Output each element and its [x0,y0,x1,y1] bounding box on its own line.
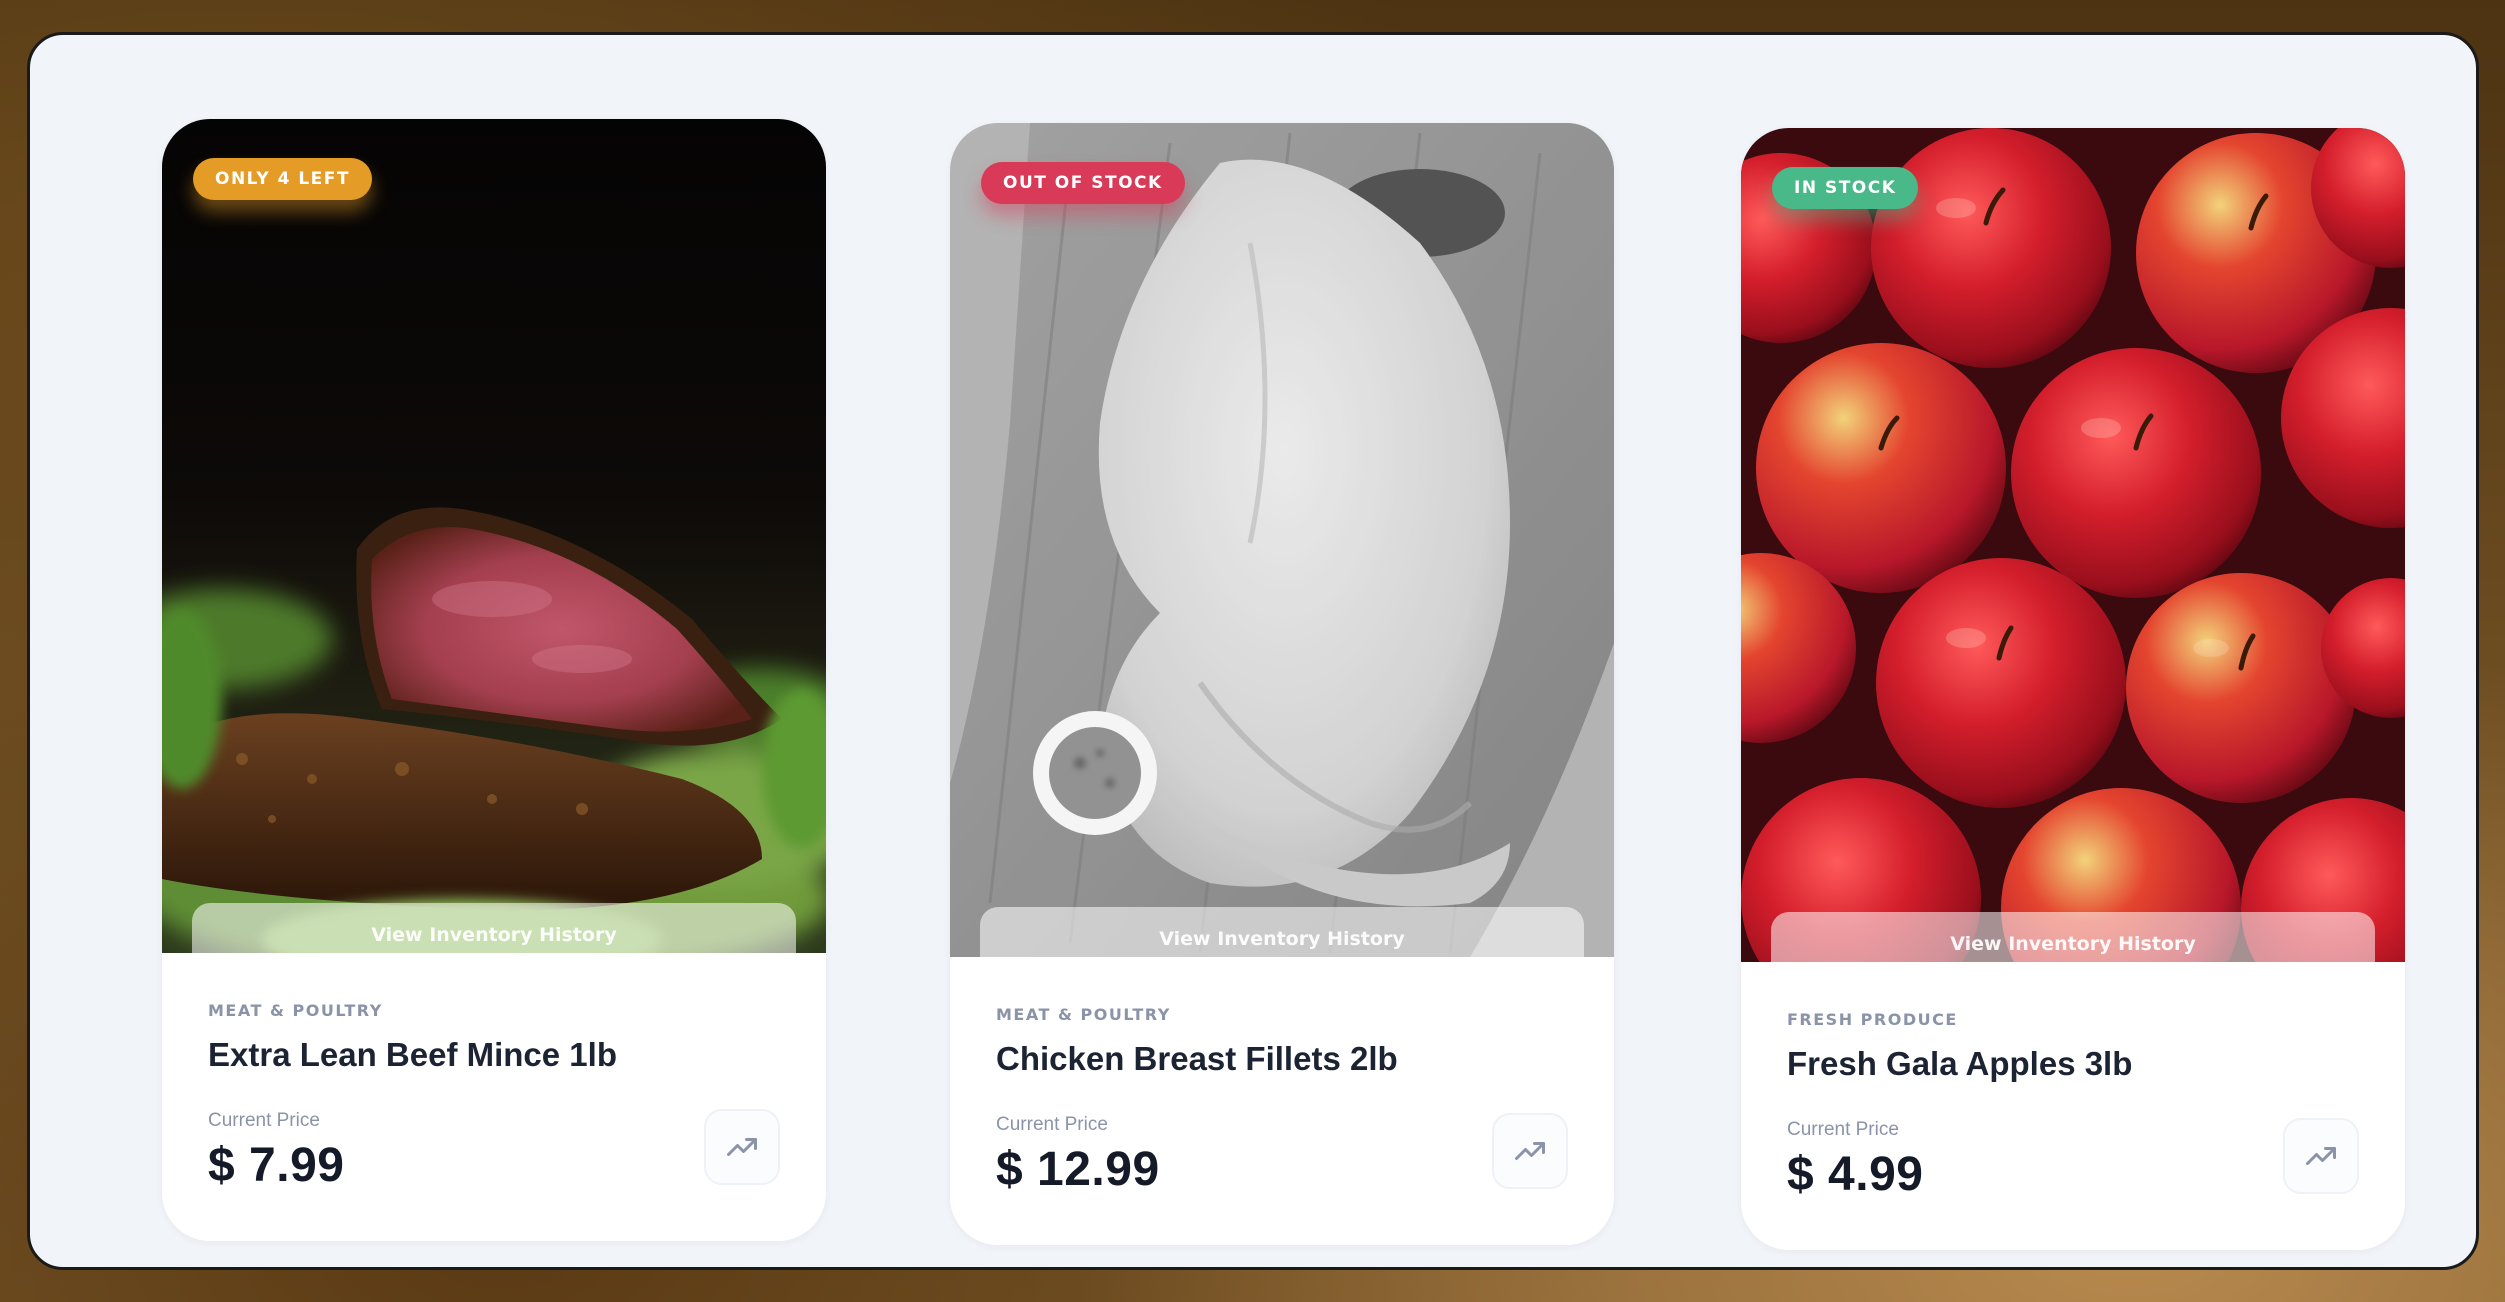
view-inventory-history-button[interactable]: View Inventory History [1771,912,2375,962]
product-title: Chicken Breast Fillets 2lb [996,1040,1398,1077]
product-price: $ 7.99 [208,1139,345,1192]
price-trend-button[interactable] [1492,1113,1568,1189]
price-trend-button[interactable] [704,1109,780,1185]
view-inventory-history-button[interactable]: View Inventory History [980,907,1584,957]
trending-up-icon [727,1138,757,1156]
price-label: Current Price [208,1110,320,1131]
product-card[interactable]: ONLY 4 LEFT View Inventory History MEAT … [162,119,826,1241]
product-card[interactable]: IN STOCK View Inventory History FRESH PR… [1741,128,2405,1250]
trending-up-icon [1515,1142,1545,1160]
product-category: MEAT & POULTRY [208,1001,383,1020]
trending-up-icon [2306,1147,2336,1165]
chicken-breast-photo-grayscale [950,123,1614,957]
product-category: MEAT & POULTRY [996,1005,1171,1024]
sliced-steak-photo [162,119,826,953]
product-image: OUT OF STOCK View Inventory History [950,123,1614,957]
product-category: FRESH PRODUCE [1787,1010,1958,1029]
price-label: Current Price [1787,1119,1899,1140]
view-inventory-history-button[interactable]: View Inventory History [192,903,796,953]
red-apples-photo [1741,128,2405,962]
price-label: Current Price [996,1114,1108,1135]
product-price: $ 4.99 [1787,1148,1924,1201]
price-trend-button[interactable] [2283,1118,2359,1194]
product-image: IN STOCK View Inventory History [1741,128,2405,962]
product-title: Fresh Gala Apples 3lb [1787,1045,2133,1082]
stock-badge: OUT OF STOCK [981,162,1185,204]
product-image: ONLY 4 LEFT View Inventory History [162,119,826,953]
product-price: $ 12.99 [996,1143,1160,1196]
stock-badge: IN STOCK [1772,167,1919,209]
stock-badge: ONLY 4 LEFT [193,158,372,200]
product-card[interactable]: OUT OF STOCK View Inventory History MEAT… [950,123,1614,1245]
product-title: Extra Lean Beef Mince 1lb [208,1036,617,1073]
product-grid-panel: ONLY 4 LEFT View Inventory History MEAT … [27,32,2479,1270]
